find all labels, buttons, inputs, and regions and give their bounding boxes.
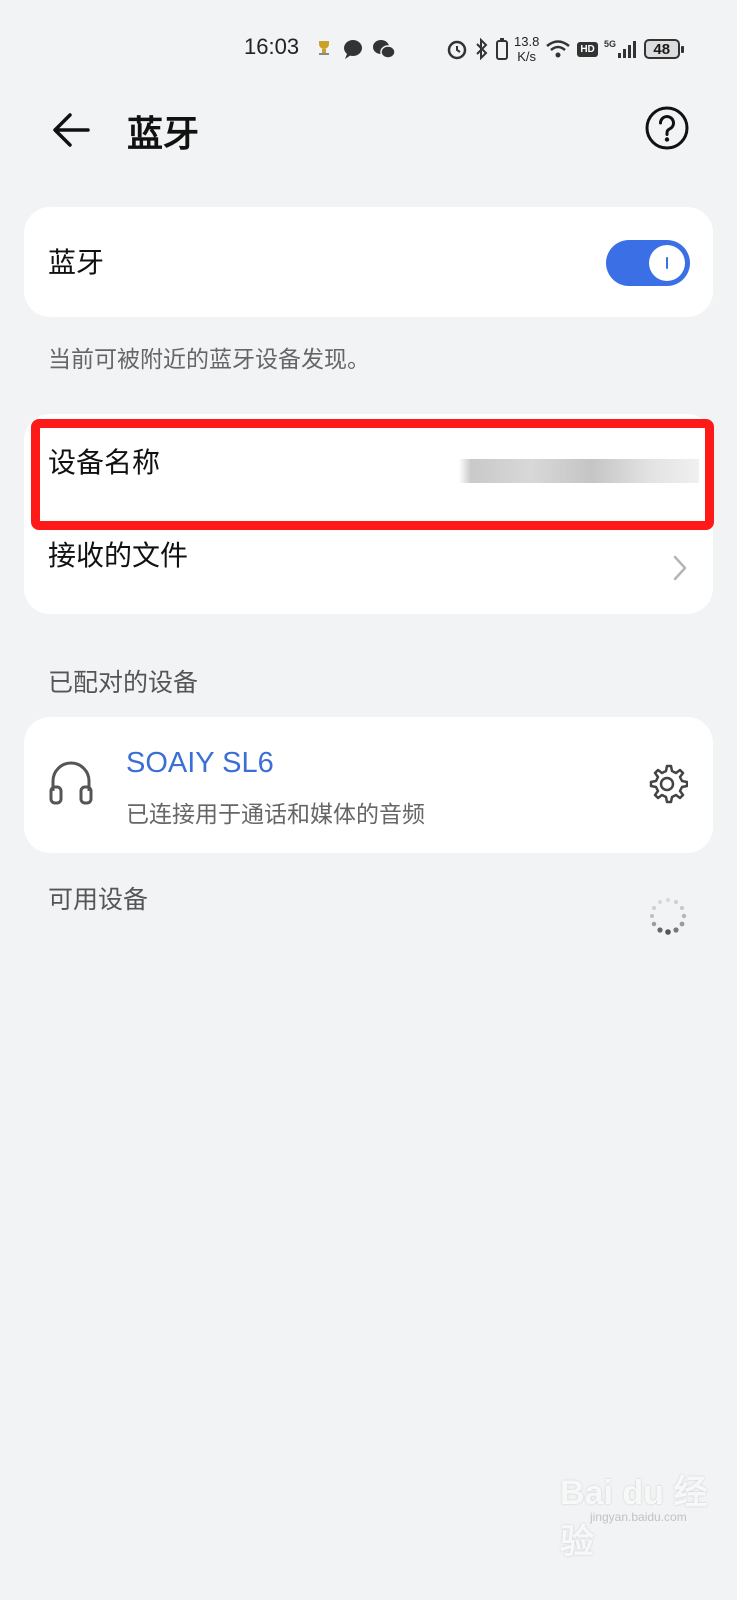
bluetooth-toggle-card: 蓝牙 bbox=[24, 207, 713, 317]
paired-device-status: 已连接用于通话和媒体的音频 bbox=[126, 802, 425, 828]
signal-icon: 5G bbox=[604, 39, 636, 58]
headphone-icon bbox=[49, 761, 93, 805]
page-title: 蓝牙 bbox=[127, 114, 200, 155]
alarm-icon bbox=[447, 40, 467, 60]
highlight-annotation-box bbox=[31, 419, 714, 530]
baidu-watermark-url: jingyan.baidu.com bbox=[590, 1510, 687, 1524]
message-icon bbox=[344, 40, 362, 59]
paired-device-item[interactable]: SOAIY SL6 已连接用于通话和媒体的音频 bbox=[24, 717, 713, 853]
back-arrow-icon[interactable] bbox=[48, 107, 94, 153]
battery-indicator: 48 bbox=[643, 39, 684, 59]
received-files-label: 接收的文件 bbox=[48, 539, 189, 572]
bluetooth-icon bbox=[476, 38, 488, 60]
status-bar: 16:03 13.8 K/s HD 5G 48 bbox=[0, 0, 737, 100]
gear-icon[interactable] bbox=[646, 763, 688, 805]
hd-badge: HD bbox=[577, 41, 598, 57]
trophy-icon bbox=[319, 41, 329, 55]
wifi-icon bbox=[546, 40, 571, 58]
net-speed-value: 13.8 bbox=[514, 34, 540, 49]
help-icon[interactable] bbox=[644, 105, 690, 151]
network-type: 5G bbox=[604, 39, 616, 49]
bluetooth-label: 蓝牙 bbox=[48, 246, 105, 279]
chevron-right-icon bbox=[673, 555, 687, 581]
bluetooth-toggle[interactable] bbox=[606, 240, 690, 286]
status-right-icons: 13.8 K/s HD 5G 48 bbox=[446, 34, 684, 64]
net-speed-unit: K/s bbox=[517, 49, 537, 64]
wechat-icon bbox=[373, 40, 396, 59]
battery-saver-icon bbox=[496, 38, 508, 60]
paired-device-name: SOAIY SL6 bbox=[126, 747, 274, 779]
paired-devices-title: 已配对的设备 bbox=[48, 668, 199, 697]
discoverable-hint: 当前可被附近的蓝牙设备发现。 bbox=[48, 347, 370, 373]
notification-icons bbox=[314, 38, 396, 60]
status-time: 16:03 bbox=[244, 34, 300, 59]
app-bar: 蓝牙 bbox=[0, 95, 737, 165]
available-devices-title: 可用设备 bbox=[48, 885, 149, 914]
toggle-knob bbox=[649, 245, 685, 281]
loading-spinner-icon bbox=[650, 898, 687, 935]
network-speed: 13.8 K/s bbox=[514, 34, 539, 64]
